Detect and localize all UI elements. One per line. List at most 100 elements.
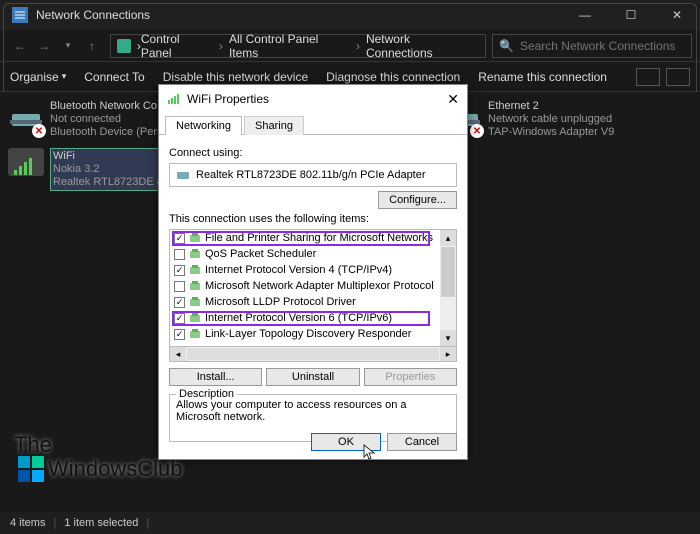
- view-options-button[interactable]: [636, 68, 660, 86]
- connection-status: Not connected: [50, 113, 163, 126]
- protocol-icon: [189, 296, 201, 308]
- list-item[interactable]: QoS Packet Scheduler: [170, 246, 440, 262]
- help-button[interactable]: [666, 68, 690, 86]
- status-selected-count: 1 item selected: [64, 517, 138, 529]
- wifi-icon: [8, 148, 44, 184]
- minimize-button[interactable]: —: [562, 0, 608, 30]
- connection-device: Bluetooth Device (Pers: [50, 126, 163, 139]
- uses-items-label: This connection uses the following items…: [169, 213, 457, 225]
- scroll-left-button[interactable]: ◂: [170, 347, 186, 361]
- up-button[interactable]: ↑: [80, 34, 104, 58]
- close-button[interactable]: ✕: [654, 0, 700, 30]
- tab-sharing[interactable]: Sharing: [244, 116, 304, 135]
- item-label: QoS Packet Scheduler: [205, 248, 316, 260]
- list-item[interactable]: ✓ Link-Layer Topology Discovery Responder: [170, 326, 440, 342]
- list-item[interactable]: ✓ Internet Protocol Version 4 (TCP/IPv4): [170, 262, 440, 278]
- dialog-titlebar: WiFi Properties ✕: [159, 85, 467, 113]
- breadcrumb-sep: ›: [356, 39, 360, 53]
- address-bar: ← → ▾ ↑ › Control Panel › All Control Pa…: [0, 30, 700, 62]
- connection-name: Bluetooth Network Co: [50, 100, 163, 113]
- tab-networking[interactable]: Networking: [165, 116, 242, 135]
- protocol-icon: [189, 280, 201, 292]
- scroll-down-button[interactable]: ▾: [440, 330, 456, 346]
- dialog-title: WiFi Properties: [187, 92, 269, 106]
- checkbox[interactable]: [174, 249, 185, 260]
- connect-to-button[interactable]: Connect To: [84, 70, 145, 84]
- install-button[interactable]: Install...: [169, 368, 262, 386]
- connection-device: Realtek RTL8723DE 802: [53, 176, 175, 189]
- checkbox[interactable]: [174, 281, 185, 292]
- horizontal-scrollbar[interactable]: ◂ ▸: [169, 346, 457, 362]
- chevron-down-icon: ▾: [62, 71, 67, 82]
- search-box[interactable]: 🔍: [492, 34, 692, 58]
- maximize-button[interactable]: ☐: [608, 0, 654, 30]
- mouse-cursor-icon: [363, 444, 379, 460]
- organise-menu[interactable]: Organise▾: [10, 70, 66, 84]
- checkbox[interactable]: ✓: [174, 233, 185, 244]
- connection-name: WiFi: [53, 150, 175, 163]
- breadcrumb-sep: ›: [219, 39, 223, 53]
- status-bar: 4 items | 1 item selected |: [0, 512, 700, 534]
- protocol-icon: [189, 248, 201, 260]
- item-label: Internet Protocol Version 6 (TCP/IPv6): [205, 312, 392, 324]
- list-item[interactable]: Microsoft Network Adapter Multiplexor Pr…: [170, 278, 440, 294]
- configure-button[interactable]: Configure...: [378, 191, 457, 209]
- titlebar: Network Connections — ☐ ✕: [0, 0, 700, 30]
- adapter-name: Realtek RTL8723DE 802.11b/g/n PCIe Adapt…: [196, 169, 426, 181]
- scroll-right-button[interactable]: ▸: [440, 347, 456, 361]
- control-panel-icon: [117, 39, 131, 53]
- list-item[interactable]: ✓ Microsoft LLDP Protocol Driver: [170, 294, 440, 310]
- search-input[interactable]: [520, 39, 685, 53]
- connection-status: Nokia 3.2: [53, 163, 175, 176]
- protocol-icon: [189, 312, 201, 324]
- item-label: Internet Protocol Version 4 (TCP/IPv4): [205, 264, 392, 276]
- properties-button[interactable]: Properties: [364, 368, 457, 386]
- recent-dropdown[interactable]: ▾: [56, 34, 80, 58]
- item-label: Microsoft LLDP Protocol Driver: [205, 296, 356, 308]
- checkbox[interactable]: ✓: [174, 313, 185, 324]
- list-item[interactable]: ✓ File and Printer Sharing for Microsoft …: [170, 230, 440, 246]
- dialog-close-button[interactable]: ✕: [447, 91, 459, 108]
- cancel-button[interactable]: Cancel: [387, 433, 457, 451]
- vertical-scrollbar[interactable]: ▴ ▾: [440, 230, 456, 346]
- status-item-count: 4 items: [10, 517, 45, 529]
- disabled-x-icon: ✕: [32, 124, 46, 138]
- breadcrumb-item[interactable]: Network Connections: [366, 32, 479, 60]
- breadcrumb-item[interactable]: Control Panel: [141, 32, 213, 60]
- back-button[interactable]: ←: [8, 34, 32, 58]
- forward-button[interactable]: →: [32, 34, 56, 58]
- scrollbar-thumb[interactable]: [441, 247, 455, 297]
- adapter-field[interactable]: Realtek RTL8723DE 802.11b/g/n PCIe Adapt…: [169, 163, 457, 187]
- disabled-x-icon: ✕: [470, 124, 484, 138]
- protocol-icon: [189, 264, 201, 276]
- protocol-icon: [189, 328, 201, 340]
- checkbox[interactable]: ✓: [174, 265, 185, 276]
- wifi-properties-dialog: WiFi Properties ✕ Networking Sharing Con…: [158, 84, 468, 460]
- search-icon: 🔍: [499, 39, 514, 53]
- checkbox[interactable]: ✓: [174, 297, 185, 308]
- item-label: Link-Layer Topology Discovery Responder: [205, 328, 411, 340]
- window-title: Network Connections: [36, 8, 150, 22]
- adapter-icon: [176, 168, 190, 182]
- connection-device: TAP-Windows Adapter V9: [488, 126, 614, 139]
- connection-item-ethernet[interactable]: ✕ Ethernet 2 Network cable unplugged TAP…: [446, 100, 666, 140]
- protocol-icon: [189, 232, 201, 244]
- connection-name: Ethernet 2: [488, 100, 614, 113]
- breadcrumb-item[interactable]: All Control Panel Items: [229, 32, 350, 60]
- item-label: Microsoft Network Adapter Multiplexor Pr…: [205, 280, 434, 292]
- app-icon: [12, 7, 28, 23]
- disable-device-button[interactable]: Disable this network device: [163, 70, 308, 84]
- scroll-up-button[interactable]: ▴: [440, 230, 456, 246]
- windowsclub-logo-icon: [18, 456, 44, 482]
- rename-button[interactable]: Rename this connection: [478, 70, 607, 84]
- connection-status: Network cable unplugged: [488, 113, 614, 126]
- uninstall-button[interactable]: Uninstall: [266, 368, 359, 386]
- description-label: Description: [176, 388, 237, 400]
- diagnose-button[interactable]: Diagnose this connection: [326, 70, 460, 84]
- items-listbox[interactable]: ✓ File and Printer Sharing for Microsoft …: [169, 229, 457, 347]
- scrollbar-thumb[interactable]: [187, 348, 439, 360]
- breadcrumb[interactable]: › Control Panel › All Control Panel Item…: [110, 34, 486, 58]
- list-item[interactable]: ✓ Internet Protocol Version 6 (TCP/IPv6): [170, 310, 440, 326]
- item-label: File and Printer Sharing for Microsoft N…: [205, 232, 433, 244]
- checkbox[interactable]: ✓: [174, 329, 185, 340]
